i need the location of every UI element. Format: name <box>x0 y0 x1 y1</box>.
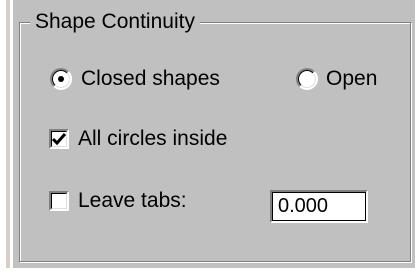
checkmark-icon <box>52 133 66 145</box>
open-option[interactable]: Open <box>296 66 377 92</box>
leave-tabs-option[interactable]: Leave tabs: <box>49 188 187 214</box>
leave-tabs-checkbox[interactable] <box>49 191 69 211</box>
window-edge-shadow <box>6 0 10 279</box>
leave-tabs-label: Leave tabs: <box>78 189 187 212</box>
closed-shapes-radio[interactable] <box>50 68 72 90</box>
closed-shapes-label: Closed shapes <box>81 67 220 90</box>
radio-selected-dot <box>58 76 64 82</box>
open-radio[interactable] <box>296 68 318 90</box>
closed-shapes-option[interactable]: Closed shapes <box>50 66 220 92</box>
open-label: Open <box>326 67 378 90</box>
all-circles-inside-checkbox[interactable] <box>49 129 69 149</box>
leave-tabs-input[interactable] <box>270 190 368 223</box>
all-circles-inside-label: All circles inside <box>78 127 228 150</box>
all-circles-inside-option[interactable]: All circles inside <box>49 126 227 152</box>
group-title: Shape Continuity <box>30 9 200 35</box>
bottom-strip <box>0 268 415 279</box>
